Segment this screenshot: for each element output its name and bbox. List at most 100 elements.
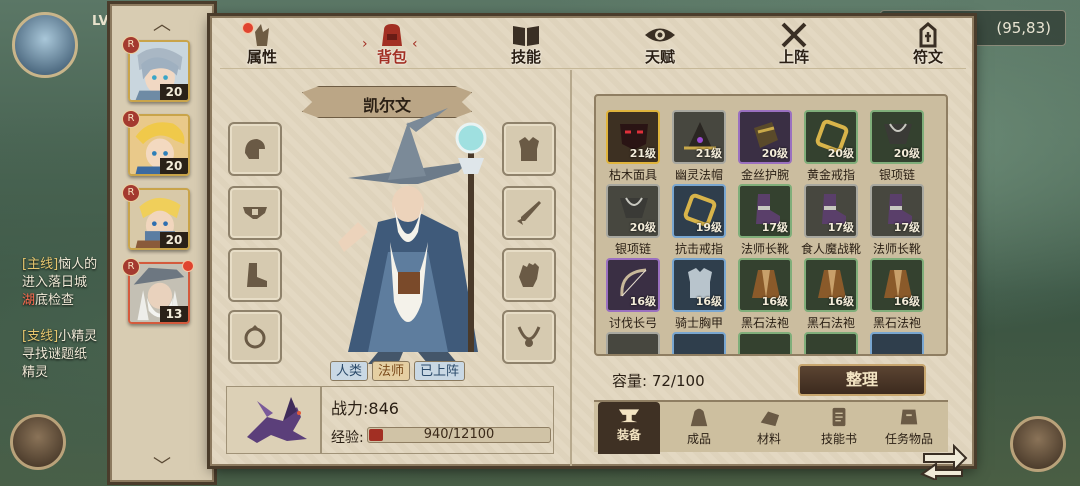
- item-level: 16级: [629, 295, 656, 308]
- tab-label: 属性: [246, 48, 277, 66]
- inventory-item[interactable]: 20级: [606, 184, 660, 238]
- inventory-item[interactable]: 21级: [672, 110, 726, 164]
- quest-desc: 寻找谜题纸: [22, 347, 88, 362]
- rarity-badge-icon: R: [122, 184, 140, 202]
- rarity-badge-icon: R: [122, 258, 140, 276]
- side-quest[interactable]: [支线]小精灵 寻找谜题纸 精灵: [22, 328, 117, 382]
- main-quest[interactable]: [主线]恼人的 进入落日城 湖底检查: [22, 256, 117, 310]
- inventory-capacity: 容量: 72/100: [612, 370, 705, 391]
- inventory-item[interactable]: 16级: [606, 258, 660, 312]
- hero-detail-panel: 属性 背包 › ‹ 技能 天赋 上阵 符文 凯尔文 人类 法师 已上阵 战力:8…: [210, 16, 974, 466]
- hero-level: 13: [160, 306, 188, 322]
- item-level: 20级: [629, 221, 656, 234]
- skill-book-icon: [513, 26, 539, 46]
- boots-slot-icon: [247, 263, 267, 287]
- class-tag: 法师: [372, 361, 411, 381]
- tab-talent[interactable]: 天赋: [630, 22, 690, 68]
- ring-slot[interactable]: [228, 310, 282, 364]
- category-tab[interactable]: 技能书: [808, 406, 870, 447]
- hero-level: 20: [160, 158, 188, 174]
- category-tab[interactable]: 成品: [668, 406, 730, 447]
- attributes-icon: [255, 24, 269, 46]
- item-level: 16级: [695, 295, 722, 308]
- quest-title: 小精灵: [58, 329, 98, 344]
- category-tab[interactable]: 材料: [738, 406, 800, 447]
- tab-label: 上阵: [778, 48, 809, 66]
- item-level: 21级: [629, 147, 656, 160]
- inventory-item[interactable]: 17级: [738, 184, 792, 238]
- rarity-badge-icon: R: [122, 110, 140, 128]
- inventory-item[interactable]: 17级: [870, 184, 924, 238]
- item-name: 法师长靴: [740, 242, 789, 256]
- hero-list: ︿ 20 R 20 R 20 R 13 R ﹀: [110, 4, 214, 482]
- inventory-item[interactable]: 16级: [870, 258, 924, 312]
- tab-attributes[interactable]: 属性: [232, 22, 292, 68]
- inventory-item[interactable]: 16级: [738, 258, 792, 312]
- boots-slot[interactable]: [228, 248, 282, 302]
- rarity-badge-icon: R: [122, 36, 140, 54]
- ring-slot-icon: [244, 325, 266, 349]
- tab-rune[interactable]: 符文: [898, 22, 958, 68]
- inventory-item[interactable]: 16级: [804, 258, 858, 312]
- scroll-down-icon[interactable]: ﹀: [112, 458, 212, 476]
- tab-label: 技能: [510, 48, 541, 66]
- gloves-slot[interactable]: [502, 248, 556, 302]
- player-avatar[interactable]: [12, 12, 78, 78]
- armor-slot[interactable]: [502, 122, 556, 176]
- talent-eye-icon: [645, 28, 675, 42]
- sort-inventory-button[interactable]: 整理: [798, 364, 926, 396]
- inventory-item[interactable]: 19级: [672, 184, 726, 238]
- item-name: 黑石法袍: [872, 316, 921, 330]
- item-name: 食人魔战靴: [800, 242, 861, 256]
- deployed-tag: 已上阵: [414, 361, 466, 381]
- scroll-up-icon[interactable]: ︿: [112, 16, 212, 34]
- inventory-item[interactable]: 21级: [606, 110, 660, 164]
- category-tab[interactable]: 装备: [598, 402, 660, 454]
- capacity-label: 容量:: [612, 372, 648, 390]
- pet-dragon-icon: [247, 397, 307, 443]
- gloves-slot-icon: [519, 263, 539, 287]
- anvil-icon: [618, 409, 640, 423]
- item-level: 21级: [695, 147, 722, 160]
- item-name: 金丝护腕: [740, 168, 789, 182]
- category-label: 技能书: [820, 432, 857, 446]
- swap-arrows-icon[interactable]: [918, 440, 968, 480]
- belt-slot[interactable]: [228, 186, 282, 240]
- inventory-item-partial[interactable]: [738, 332, 792, 354]
- tab-selected-right-icon: ‹: [412, 36, 418, 52]
- tab-deploy[interactable]: 上阵: [764, 22, 824, 68]
- helmet-slot[interactable]: [228, 122, 282, 176]
- quest-desc: 精灵: [22, 365, 49, 380]
- inventory-item[interactable]: 20级: [804, 110, 858, 164]
- home-button[interactable]: [1010, 416, 1066, 472]
- inventory-item-partial[interactable]: [672, 332, 726, 354]
- item-level: 17级: [827, 221, 854, 234]
- crossed-swords-icon: [781, 22, 807, 48]
- necklace-slot-icon: [517, 326, 541, 347]
- item-level: 17级: [761, 221, 788, 234]
- inventory-item[interactable]: 17级: [804, 184, 858, 238]
- item-name: 银项链: [614, 242, 651, 256]
- inventory-item[interactable]: 20级: [870, 110, 924, 164]
- exp-text: 940/12100: [423, 427, 495, 442]
- hud-menu-button[interactable]: [10, 414, 66, 470]
- inventory-item-partial[interactable]: [870, 332, 924, 354]
- weapon-slot[interactable]: [502, 186, 556, 240]
- category-label: 材料: [756, 432, 781, 446]
- item-name: 黄金戒指: [806, 168, 855, 182]
- exp-label: 经验:: [331, 430, 364, 446]
- hero-stats: 战力:846 经验: 940/12100: [320, 386, 554, 454]
- category-label: 成品: [686, 432, 711, 446]
- necklace-slot[interactable]: [502, 310, 556, 364]
- inventory-item[interactable]: 20级: [738, 110, 792, 164]
- tab-skills[interactable]: 技能: [496, 22, 556, 68]
- item-level: 20级: [893, 147, 920, 160]
- inventory-item-partial[interactable]: [606, 332, 660, 354]
- power-label: 战力:: [331, 399, 369, 418]
- weapon-slot-icon: [517, 201, 541, 225]
- belt-slot-icon: [243, 207, 267, 219]
- pet-slot[interactable]: [226, 386, 322, 454]
- race-tag: 人类: [330, 361, 369, 381]
- inventory-item-partial[interactable]: [804, 332, 858, 354]
- inventory-item[interactable]: 16级: [672, 258, 726, 312]
